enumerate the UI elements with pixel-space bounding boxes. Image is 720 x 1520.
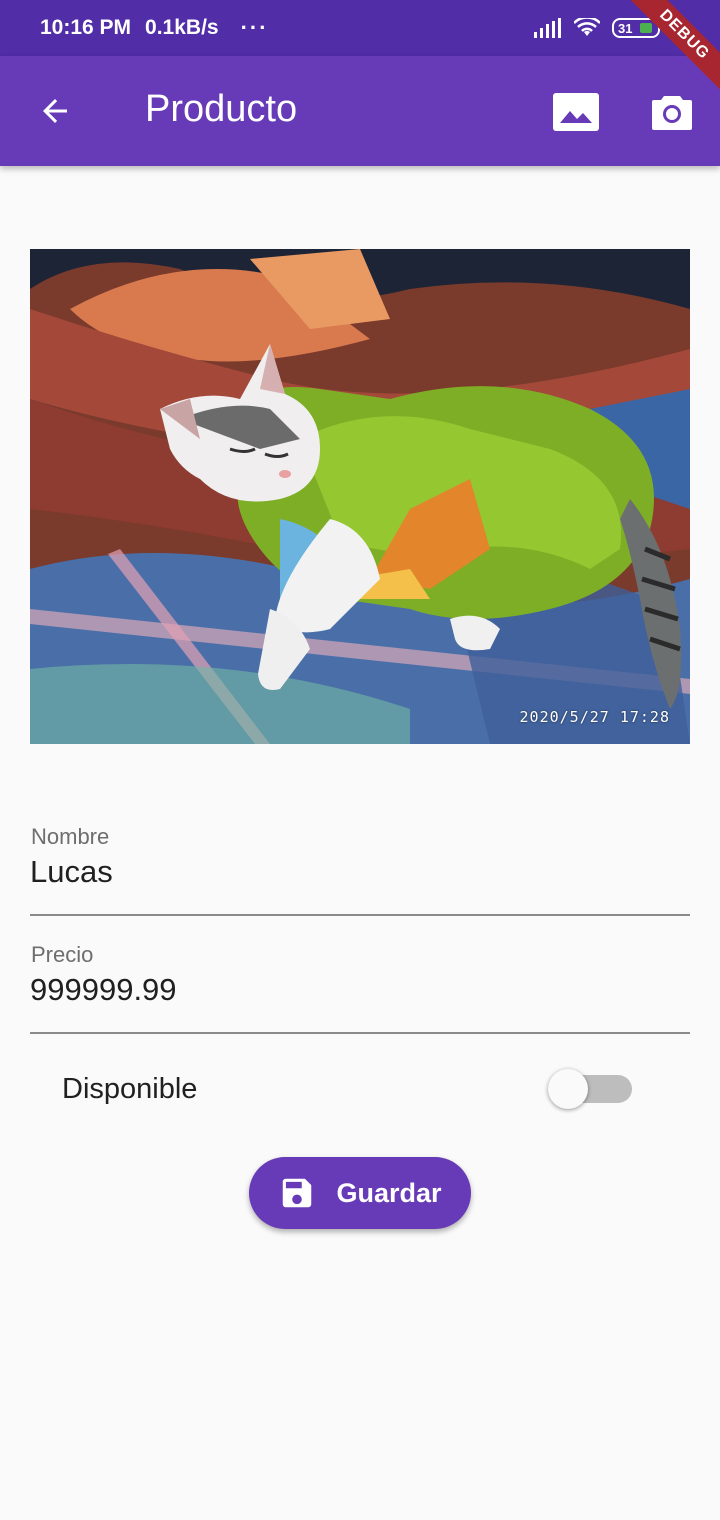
cat-photo — [30, 249, 690, 744]
price-field[interactable]: Precio 999999.99 — [30, 938, 690, 1034]
status-bar: 10:16 PM 0.1kB/s ··· 31 — [0, 0, 720, 56]
page-title: Producto — [145, 88, 298, 130]
name-label: Nombre — [31, 824, 110, 849]
back-button[interactable] — [30, 86, 80, 136]
photo-timestamp: 2020/5/27 17:28 — [519, 708, 670, 726]
camera-icon — [652, 96, 692, 130]
price-label: Precio — [31, 942, 94, 967]
camera-button[interactable] — [644, 84, 700, 140]
switch-thumb[interactable] — [548, 1069, 588, 1109]
save-icon — [283, 1178, 312, 1208]
status-network-speed: 0.1kB/s — [145, 16, 219, 39]
available-switch[interactable] — [548, 1069, 632, 1109]
battery-level: 31 — [618, 20, 633, 36]
name-field[interactable]: Nombre Lucas — [30, 820, 690, 916]
product-image: 2020/5/27 17:28 — [30, 249, 690, 744]
photo-gallery-icon — [553, 93, 599, 131]
name-input[interactable]: Lucas — [30, 854, 690, 890]
status-more-icon: ··· — [240, 15, 269, 40]
arrow-back-icon — [43, 99, 67, 123]
signal-icon — [534, 18, 561, 38]
available-label: Disponible — [62, 1072, 198, 1105]
save-button-label: Guardar — [336, 1177, 442, 1208]
status-time: 10:16 PM — [40, 16, 132, 39]
price-input[interactable]: 999999.99 — [30, 972, 690, 1008]
app-bar: Producto — [0, 56, 720, 166]
wifi-icon — [574, 18, 600, 36]
gallery-button[interactable] — [548, 84, 604, 140]
available-switch-row[interactable]: Disponible — [62, 1058, 632, 1120]
save-button[interactable]: Guardar — [249, 1157, 471, 1229]
